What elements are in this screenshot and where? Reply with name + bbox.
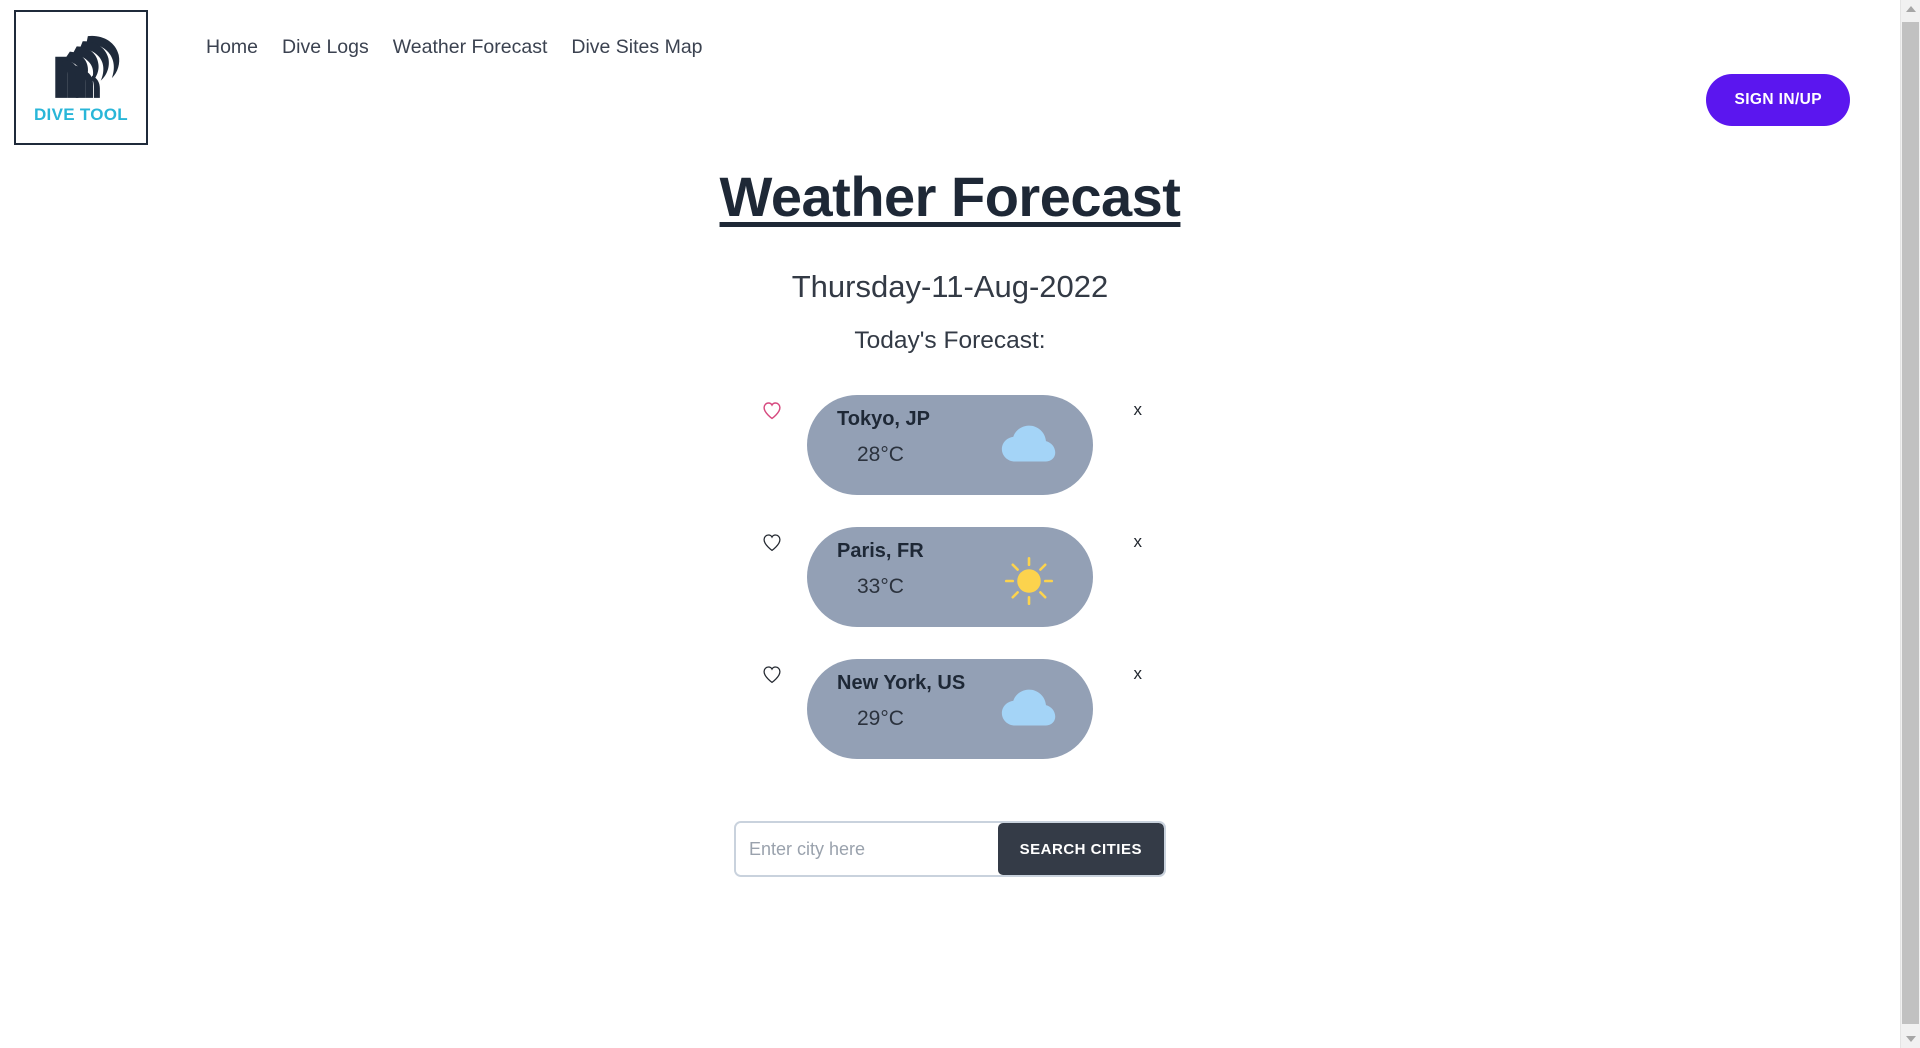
main-navigation: Home Dive Logs Weather Forecast Dive Sit… [194,36,715,59]
weather-card-row: Paris, FR 33°C x [763,527,1142,627]
card-temperature: 28°C [857,443,904,466]
vertical-scrollbar[interactable] [1900,0,1920,1048]
nav-link-dive-logs[interactable]: Dive Logs [270,36,381,59]
weather-card[interactable]: Paris, FR 33°C [807,527,1093,627]
search-input[interactable] [736,823,998,875]
sign-in-up-button[interactable]: SIGN IN/UP [1706,74,1850,126]
page-root: DIVE TOOL Home Dive Logs Weather Forecas… [0,0,1920,1048]
chevron-down-icon[interactable] [1901,1030,1920,1048]
nav-link-weather-forecast[interactable]: Weather Forecast [381,36,560,59]
weather-card-row: New York, US 29°C x [763,659,1142,759]
search-cities-button[interactable]: SEARCH CITIES [997,823,1164,875]
scrollbar-thumb[interactable] [1902,22,1919,1024]
page-title: Weather Forecast [719,165,1181,228]
card-temperature: 33°C [857,575,904,598]
nav-link-home[interactable]: Home [194,36,270,59]
heart-icon[interactable] [762,533,782,553]
card-city-name: Paris, FR [837,540,924,562]
card-close-button[interactable]: x [1134,532,1143,552]
card-close-button[interactable]: x [1134,664,1143,684]
site-header: DIVE TOOL Home Dive Logs Weather Forecas… [0,0,1900,150]
city-search-form: SEARCH CITIES [734,821,1166,877]
card-temperature: 29°C [857,707,904,730]
heart-icon[interactable] [762,401,782,421]
card-close-button[interactable]: x [1134,400,1143,420]
nav-link-dive-sites-map[interactable]: Dive Sites Map [559,36,714,59]
browser-viewport: DIVE TOOL Home Dive Logs Weather Forecas… [0,0,1900,1048]
weather-card[interactable]: Tokyo, JP 28°C [807,395,1093,495]
site-logo[interactable]: DIVE TOOL [14,10,148,145]
weather-card[interactable]: New York, US 29°C [807,659,1093,759]
main-content: Weather Forecast Thursday-11-Aug-2022 To… [0,150,1900,877]
city-search-area: SEARCH CITIES [0,821,1900,877]
forecast-subtitle: Today's Forecast: [854,327,1046,354]
sun-icon [1001,555,1057,606]
heart-icon[interactable] [762,665,782,685]
logo-text: DIVE TOOL [33,104,128,124]
cloud-icon [1001,423,1057,471]
chevron-up-icon[interactable] [1901,0,1920,18]
wave-icon [38,31,124,103]
cloud-icon [1001,687,1057,735]
weather-card-row: Tokyo, JP 28°C x [763,395,1142,495]
card-city-name: Tokyo, JP [837,408,930,430]
weather-card-list: Tokyo, JP 28°C x Paris, FR 33°C x New Yo… [0,395,1900,759]
card-city-name: New York, US [837,672,966,694]
forecast-date: Thursday-11-Aug-2022 [791,269,1109,304]
